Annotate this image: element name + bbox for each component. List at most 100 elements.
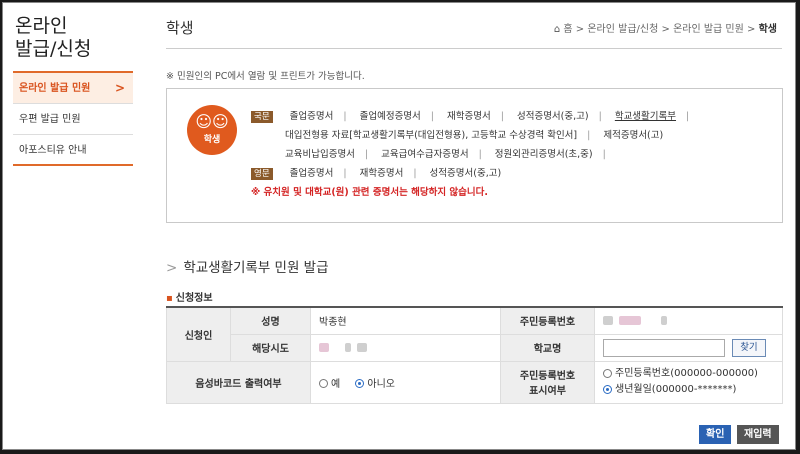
radio-button-selected[interactable] xyxy=(355,379,365,388)
rrn-display-options: 주민등록번호(000000-000000) 생년월일(000000-******… xyxy=(594,360,783,404)
rrn-full-label: 주민등록번호(000000-000000) xyxy=(615,368,758,379)
name-value: 박종현 xyxy=(310,306,501,335)
cert-link[interactable]: 제적증명서(고) xyxy=(603,130,663,141)
barcode-no-option[interactable]: 아니오 xyxy=(355,379,395,390)
rrn-birthdate-option[interactable]: 생년월일(000000-*******) xyxy=(603,382,774,398)
barcode-label: 음성바코드 출력여부 xyxy=(166,360,311,404)
sep: | xyxy=(413,168,417,179)
name-label: 성명 xyxy=(230,306,311,335)
rrn-value xyxy=(594,306,783,335)
bullet-icon: ▪ xyxy=(166,293,173,304)
cert-link[interactable]: 교육급여수급자증명서 xyxy=(381,149,468,160)
sep: | xyxy=(343,111,347,122)
cert-link[interactable]: 성적증명서(중,고) xyxy=(517,111,589,122)
school-cell: 찾기 xyxy=(594,333,783,362)
window-frame: 온라인 발급/신청 온라인 발급 민원 > 우편 발급 민원 아포스티유 안내 … xyxy=(2,2,796,450)
cert-link[interactable]: 재학증명서 xyxy=(360,168,404,179)
home-icon: ⌂ xyxy=(553,24,561,35)
korean-tag: 국문 xyxy=(251,111,273,123)
sep: | xyxy=(500,111,504,122)
sep: | xyxy=(430,111,434,122)
barcode-yes-label: 예 xyxy=(331,378,341,390)
breadcrumb-sep: > xyxy=(661,24,670,35)
redacted-value xyxy=(603,315,613,325)
rrn-display-label-line2: 표시여부 xyxy=(529,386,566,397)
students-icon: ☺☺ 학생 xyxy=(187,105,237,155)
chevron-right-icon: > xyxy=(166,260,178,276)
redacted-value xyxy=(661,315,667,325)
people-icon: ☺☺ xyxy=(195,112,229,131)
confirm-button[interactable]: 확인 xyxy=(699,425,732,444)
breadcrumb-sep: > xyxy=(747,24,756,35)
redacted-value xyxy=(357,342,367,352)
school-input[interactable] xyxy=(603,338,725,357)
barcode-no-label: 아니오 xyxy=(367,378,395,390)
rrn-display-label: 주민등록번호 표시여부 xyxy=(500,360,595,404)
sep: | xyxy=(686,111,690,122)
redacted-value xyxy=(619,315,641,325)
rrn-label: 주민등록번호 xyxy=(500,306,595,335)
sidebar-menu: 온라인 발급 민원 > 우편 발급 민원 아포스티유 안내 xyxy=(13,71,133,166)
cert-link[interactable]: 졸업증명서 xyxy=(290,111,334,122)
sidebar-item-apostille[interactable]: 아포스티유 안내 xyxy=(13,135,133,166)
reset-button[interactable]: 재입력 xyxy=(737,425,779,444)
sidebar-title-line2: 발급/신청 xyxy=(15,38,92,60)
region-label: 해당시도 xyxy=(230,333,311,362)
sep: | xyxy=(598,111,602,122)
cert-link[interactable]: 대입전형용 자료[학교생활기록부(대입전형용), 고등학교 수상경력 확인서] xyxy=(285,130,577,141)
cert-link-selected[interactable]: 학교생활기록부 xyxy=(615,111,676,122)
breadcrumb-home[interactable]: 홈 xyxy=(563,24,572,35)
header-divider xyxy=(166,48,782,49)
subsection-title: ▪ 신청정보 xyxy=(166,289,213,304)
sep: | xyxy=(343,168,347,179)
section-title: > 학교생활기록부 민원 발급 xyxy=(166,256,329,276)
sidebar-item-postal-issue[interactable]: 우편 발급 민원 xyxy=(13,104,133,135)
cert-link[interactable]: 정원외관리증명서(초,중) xyxy=(495,149,593,160)
notice-text: ※ 민원인의 PC에서 열람 및 프린트가 가능합니다. xyxy=(166,71,365,82)
sidebar-item-label: 우편 발급 민원 xyxy=(19,114,81,125)
sidebar: 온라인 발급/신청 온라인 발급 민원 > 우편 발급 민원 아포스티유 안내 xyxy=(3,3,135,449)
sep: | xyxy=(364,149,369,160)
radio-button[interactable] xyxy=(603,368,612,378)
breadcrumb-item-online-issue[interactable]: 온라인 발급 민원 xyxy=(673,24,744,35)
rrn-full-option[interactable]: 주민등록번호(000000-000000) xyxy=(603,366,774,382)
certificate-list: 국문 졸업증명서 | 졸업예정증명서 | 재학증명서 | 성적증명서(중,고) | 학교… xyxy=(251,109,771,204)
sidebar-title-line1: 온라인 xyxy=(15,15,68,37)
barcode-options: 예 아니오 xyxy=(310,360,501,404)
breadcrumb: ⌂ 홈 > 온라인 발급/신청 > 온라인 발급 민원 > 학생 xyxy=(554,20,777,35)
sep: | xyxy=(587,130,591,141)
cert-link[interactable]: 성적증명서(중,고) xyxy=(430,168,502,179)
sep: | xyxy=(478,149,482,160)
cert-link[interactable]: 졸업예정증명서 xyxy=(360,111,421,122)
sidebar-item-label: 아포스티유 안내 xyxy=(19,145,87,156)
radio-button[interactable] xyxy=(319,379,328,388)
applicant-header: 신청인 xyxy=(166,306,231,362)
warning-text: ※ 유치원 및 대학교(원) 관련 증명서는 해당하지 않습니다. xyxy=(251,187,488,198)
rrn-birthdate-label: 생년월일(000000-*******) xyxy=(615,384,737,395)
find-school-button[interactable]: 찾기 xyxy=(732,338,766,357)
radio-button-selected[interactable] xyxy=(603,384,612,394)
redacted-value xyxy=(319,342,329,352)
subsection-title-text: 신청정보 xyxy=(175,293,213,304)
cert-link[interactable]: 졸업증명서 xyxy=(290,168,334,179)
sep: | xyxy=(602,149,606,160)
barcode-yes-option[interactable]: 예 xyxy=(319,379,340,390)
english-tag: 영문 xyxy=(251,168,273,180)
rrn-display-label-line1: 주민등록번호 xyxy=(519,371,576,382)
application-form: 신청인 성명 박종현 주민등록번호 해당시도 학교명 찾기 음성바코드 출력여부… xyxy=(166,306,783,404)
certificate-box: ☺☺ 학생 국문 졸업증명서 | 졸업예정증명서 | 재학증명서 | 성적증명서(중,… xyxy=(166,88,783,223)
breadcrumb-item-online[interactable]: 온라인 발급/신청 xyxy=(587,24,658,35)
cert-link[interactable]: 재학증명서 xyxy=(447,111,491,122)
sidebar-item-online-issue[interactable]: 온라인 발급 민원 > xyxy=(13,73,133,104)
redacted-value xyxy=(345,342,351,352)
sidebar-item-label: 온라인 발급 민원 xyxy=(19,83,91,94)
page-title: 학생 xyxy=(166,19,194,37)
sidebar-title: 온라인 발급/신청 xyxy=(15,15,91,61)
breadcrumb-current: 학생 xyxy=(758,24,777,35)
chevron-right-icon: > xyxy=(114,81,125,95)
cert-link[interactable]: 교육비납입증명서 xyxy=(285,149,355,160)
breadcrumb-sep: > xyxy=(575,24,585,35)
section-title-text: 학교생활기록부 민원 발급 xyxy=(183,260,329,276)
school-label: 학교명 xyxy=(500,333,595,362)
region-value xyxy=(310,333,501,362)
